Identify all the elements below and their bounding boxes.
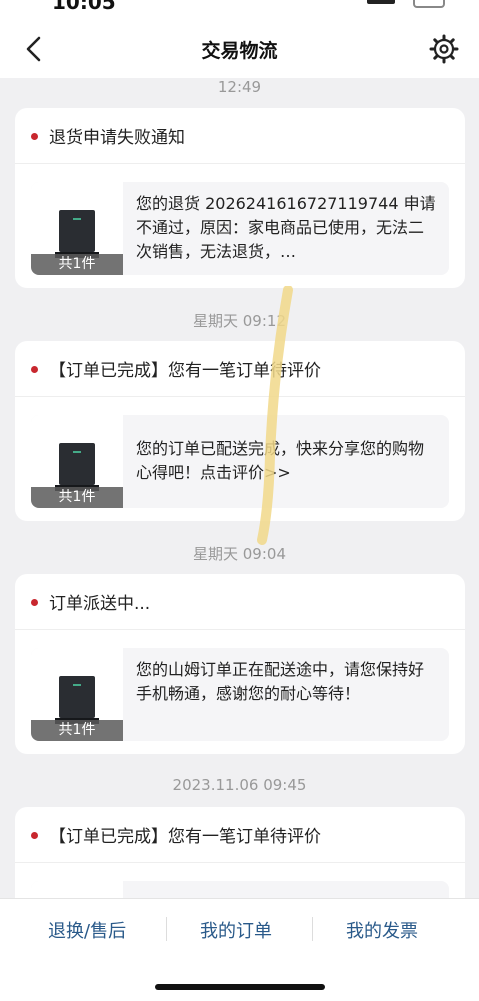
robot-vacuum-icon bbox=[55, 210, 99, 258]
my-orders-button[interactable]: 我的订单 bbox=[200, 917, 272, 943]
my-invoices-button[interactable]: 我的发票 bbox=[346, 917, 418, 943]
message-timestamp: 12:49 bbox=[217, 78, 262, 96]
product-thumbnail: 共1件 bbox=[31, 415, 123, 508]
message-body[interactable]: 共1件 您的退货 2026241616727119744 申请不通过，原因：家电… bbox=[31, 182, 449, 275]
message-timestamp: 2023.11.06 09:45 bbox=[172, 776, 307, 794]
gear-icon bbox=[429, 34, 459, 64]
robot-vacuum-icon bbox=[55, 676, 99, 724]
product-thumbnail: 共1件 bbox=[31, 648, 123, 741]
card-header: 【订单已完成】您有一笔订单待评价 bbox=[15, 807, 465, 863]
product-thumbnail: 共1件 bbox=[31, 182, 123, 275]
message-body[interactable] bbox=[31, 881, 449, 898]
nav-bar: 交易物流 bbox=[0, 20, 479, 78]
item-count-badge: 共1件 bbox=[31, 254, 123, 275]
unread-dot-icon bbox=[31, 133, 38, 140]
robot-vacuum-icon bbox=[55, 443, 99, 491]
unread-dot-icon bbox=[31, 832, 38, 839]
unread-dot-icon bbox=[31, 599, 38, 606]
item-count-badge: 共1件 bbox=[31, 720, 123, 741]
divider bbox=[312, 917, 313, 941]
card-header: 订单派送中... bbox=[15, 574, 465, 630]
page-title: 交易物流 bbox=[201, 40, 278, 62]
returns-aftersales-button[interactable]: 退换/售后 bbox=[48, 917, 126, 943]
divider bbox=[166, 917, 167, 941]
signal-icon bbox=[367, 0, 395, 4]
message-text: 您的订单已配送完成，快来分享您的购物心得吧！点击评价>> bbox=[136, 439, 425, 482]
item-count-badge: 共1件 bbox=[31, 487, 123, 508]
message-title: 订单派送中... bbox=[49, 594, 151, 614]
message-title: 【订单已完成】您有一笔订单待评价 bbox=[49, 361, 321, 381]
message-title: 退货申请失败通知 bbox=[49, 128, 185, 148]
message-timestamp: 星期天 09:04 bbox=[193, 545, 286, 563]
message-timestamp: 星期天 09:12 bbox=[193, 312, 286, 330]
battery-icon bbox=[413, 0, 445, 8]
unread-dot-icon bbox=[31, 366, 38, 373]
status-bar: 10:05 bbox=[0, 0, 479, 20]
message-feed[interactable]: 12:49 退货申请失败通知 共1件 您的退货 2026241616727119… bbox=[0, 78, 479, 898]
card-header: 退货申请失败通知 bbox=[15, 108, 465, 164]
status-time: 10:05 bbox=[52, 0, 116, 14]
message-title: 【订单已完成】您有一笔订单待评价 bbox=[49, 827, 321, 847]
message-card[interactable]: 【订单已完成】您有一笔订单待评价 bbox=[15, 807, 465, 898]
settings-button[interactable] bbox=[427, 32, 461, 66]
message-text: 您的退货 2026241616727119744 申请不通过，原因：家电商品已使… bbox=[136, 194, 436, 261]
message-card[interactable]: 订单派送中... 共1件 您的山姆订单正在配送途中，请您保持好手机畅通，感谢您的… bbox=[15, 574, 465, 754]
message-body[interactable]: 共1件 您的山姆订单正在配送途中，请您保持好手机畅通，感谢您的耐心等待！ bbox=[31, 648, 449, 741]
message-text: 您的山姆订单正在配送途中，请您保持好手机畅通，感谢您的耐心等待！ bbox=[136, 660, 425, 703]
product-thumbnail bbox=[31, 881, 123, 898]
message-card[interactable]: 退货申请失败通知 共1件 您的退货 2026241616727119744 申请… bbox=[15, 108, 465, 288]
home-indicator bbox=[155, 984, 325, 990]
card-header: 【订单已完成】您有一笔订单待评价 bbox=[15, 341, 465, 397]
message-body[interactable]: 共1件 您的订单已配送完成，快来分享您的购物心得吧！点击评价>> bbox=[31, 415, 449, 508]
message-card[interactable]: 【订单已完成】您有一笔订单待评价 共1件 您的订单已配送完成，快来分享您的购物心… bbox=[15, 341, 465, 521]
